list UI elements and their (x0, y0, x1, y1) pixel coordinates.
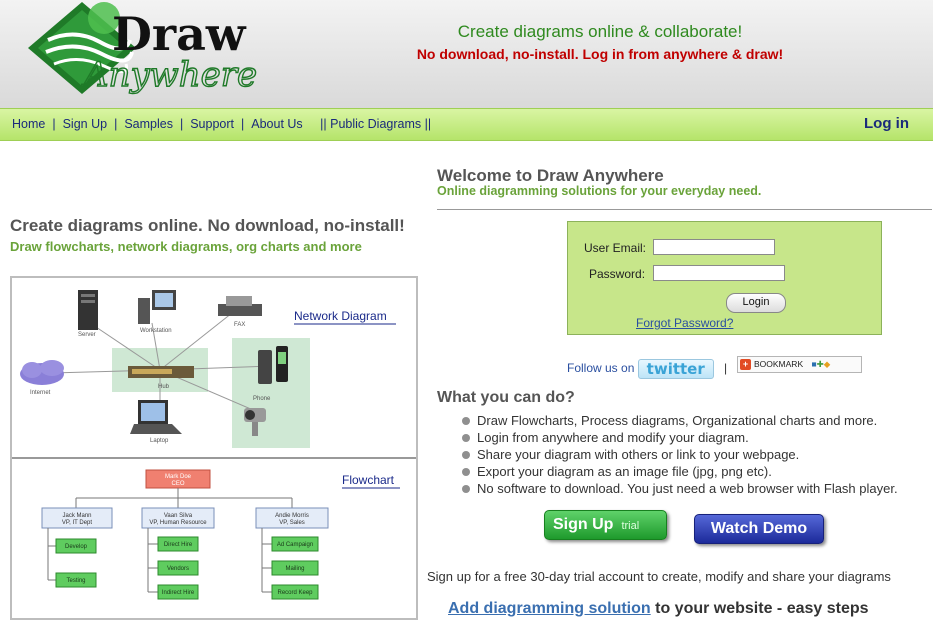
flow-leaf: Develop (65, 544, 88, 550)
follow-us: Follow us on twitter (567, 359, 714, 379)
svg-text:CEO: CEO (171, 481, 184, 487)
password-label: Password: (589, 267, 646, 281)
follow-label: Follow us on (567, 361, 635, 376)
nav-sign-up[interactable]: Sign Up (63, 117, 107, 131)
nav-separator: | (114, 117, 118, 131)
svg-text:VP, Sales: VP, Sales (279, 520, 305, 526)
flow-leaf: Ad Campaign (277, 542, 313, 548)
left-heading: Create diagrams online. No download, no-… (10, 216, 405, 235)
node-label-internet: Internet (30, 390, 51, 396)
flow-leaf: Testing (66, 578, 85, 584)
email-field[interactable] (653, 239, 775, 255)
site-logo[interactable]: Draw Anywhere (20, 0, 260, 104)
login-button[interactable]: Login (726, 293, 786, 313)
logo-text-anywhere: Anywhere (81, 55, 257, 95)
bookmark-label: BOOKMARK (754, 359, 804, 369)
header-tagline: Create diagrams online & collaborate! No… (380, 22, 820, 62)
bullet-icon (462, 416, 470, 425)
sample-diagram-svg: Server Workstation FAX Internet Hub Phon… (12, 290, 416, 600)
node-label-server: Server (78, 332, 96, 338)
node-label-phone: Phone (253, 396, 271, 402)
svg-text:Mark Doe: Mark Doe (165, 474, 192, 480)
flowchart-label: Flowchart (342, 473, 395, 487)
list-item: Share your diagram with others or link t… (462, 446, 898, 463)
network-diagram-label: Network Diagram (294, 309, 387, 323)
node-label-fax: FAX (234, 322, 245, 328)
watch-demo-button[interactable]: Watch Demo (694, 514, 824, 544)
nav-login-link[interactable]: Log in (864, 115, 909, 132)
internet-cloud-icon: Internet (20, 360, 64, 396)
site-header: Draw Anywhere Create diagrams online & c… (0, 0, 933, 108)
list-item: Login from anywhere and modify your diag… (462, 429, 898, 446)
list-item: Draw Flowcharts, Process diagrams, Organ… (462, 412, 898, 429)
left-subheading: Draw flowcharts, network diagrams, org c… (10, 239, 362, 254)
svg-text:Vaan Silva: Vaan Silva (164, 513, 193, 519)
nav-public-diagrams[interactable]: || Public Diagrams || (320, 117, 431, 131)
welcome-heading: Welcome to Draw Anywhere (437, 166, 664, 185)
forgot-password-link[interactable]: Forgot Password? (636, 316, 733, 330)
add-solution-text: to your website - easy steps (650, 600, 869, 617)
trial-badge: trial (621, 520, 640, 532)
workstation-icon: Workstation (138, 290, 176, 334)
sample-diagram-image: Server Workstation FAX Internet Hub Phon… (10, 276, 418, 620)
social-separator: | (724, 361, 728, 375)
list-item: Export your diagram as an image file (jp… (462, 463, 898, 480)
features-heading: What you can do? (437, 389, 575, 406)
sign-up-trial-button[interactable]: Sign Up trial (544, 510, 667, 540)
bookmark-button[interactable]: + BOOKMARK ■✚◆ (737, 356, 862, 373)
nav-separator: | (52, 117, 56, 131)
email-label: User Email: (584, 241, 647, 255)
logo-graphic: Draw Anywhere (28, 2, 258, 96)
bullet-icon (462, 467, 470, 476)
node-label-laptop: Laptop (150, 438, 169, 444)
trial-description: Sign up for a free 30-day trial account … (427, 569, 891, 584)
nav-separator: | (179, 117, 184, 131)
add-solution-line: Add diagramming solution to your website… (448, 600, 869, 618)
bullet-icon (462, 433, 470, 442)
server-icon: Server (78, 290, 98, 338)
nav-home[interactable]: Home (12, 117, 45, 131)
nav-links: Home | Sign Up | Samples | Support | About Us ||… (12, 117, 431, 131)
nav-support[interactable]: Support (190, 117, 234, 131)
flow-leaf: Record Keep (277, 590, 313, 596)
fax-icon: FAX (218, 296, 262, 328)
login-form: User Email: Password: Login Forgot Passw… (567, 221, 882, 335)
svg-text:Jack Mann: Jack Mann (62, 513, 91, 519)
flow-leaf: Direct Hire (164, 542, 193, 548)
flow-mid-box: Vaan Silva VP, Human Resource (141, 507, 215, 529)
nav-samples[interactable]: Samples (124, 117, 173, 131)
node-label-hub: Hub (158, 384, 170, 390)
plus-icon: + (740, 359, 751, 370)
tagline-primary: Create diagrams online & collaborate! (457, 22, 743, 41)
sign-up-label: Sign Up (553, 516, 614, 533)
section-divider (437, 209, 932, 210)
bullet-icon (462, 484, 470, 493)
main-nav: Home | Sign Up | Samples | Support | About Us ||… (0, 108, 933, 141)
flow-leaf: Vendors (167, 566, 189, 572)
flow-mid-box: Andie Morris VP, Sales (255, 507, 329, 529)
flow-mid-box: Jack Mann VP, IT Dept (41, 507, 113, 529)
nav-separator (310, 117, 313, 131)
flow-leaf: Indirect Hire (162, 590, 195, 596)
flow-leaf: Mailing (285, 566, 304, 572)
twitter-logo-icon[interactable]: twitter (637, 359, 714, 379)
svg-text:Andie Morris: Andie Morris (275, 513, 309, 519)
logo-text-draw: Draw (112, 7, 247, 61)
password-field[interactable] (653, 265, 785, 281)
list-item: No software to download. You just need a… (462, 480, 898, 497)
nav-separator: | (241, 117, 245, 131)
welcome-subheading: Online diagramming solutions for your ev… (437, 184, 762, 198)
nav-about-us[interactable]: About Us (251, 117, 302, 131)
node-label-workstation: Workstation (140, 328, 172, 334)
add-diagramming-link[interactable]: Add diagramming solution (448, 600, 651, 617)
laptop-icon: Laptop (130, 400, 182, 444)
bullet-icon (462, 450, 470, 459)
features-list: Draw Flowcharts, Process diagrams, Organ… (462, 412, 898, 497)
tagline-secondary: No download, no-install. Log in from any… (416, 46, 784, 62)
svg-text:VP, IT Dept: VP, IT Dept (62, 520, 92, 526)
svg-text:VP, Human Resource: VP, Human Resource (149, 520, 207, 526)
